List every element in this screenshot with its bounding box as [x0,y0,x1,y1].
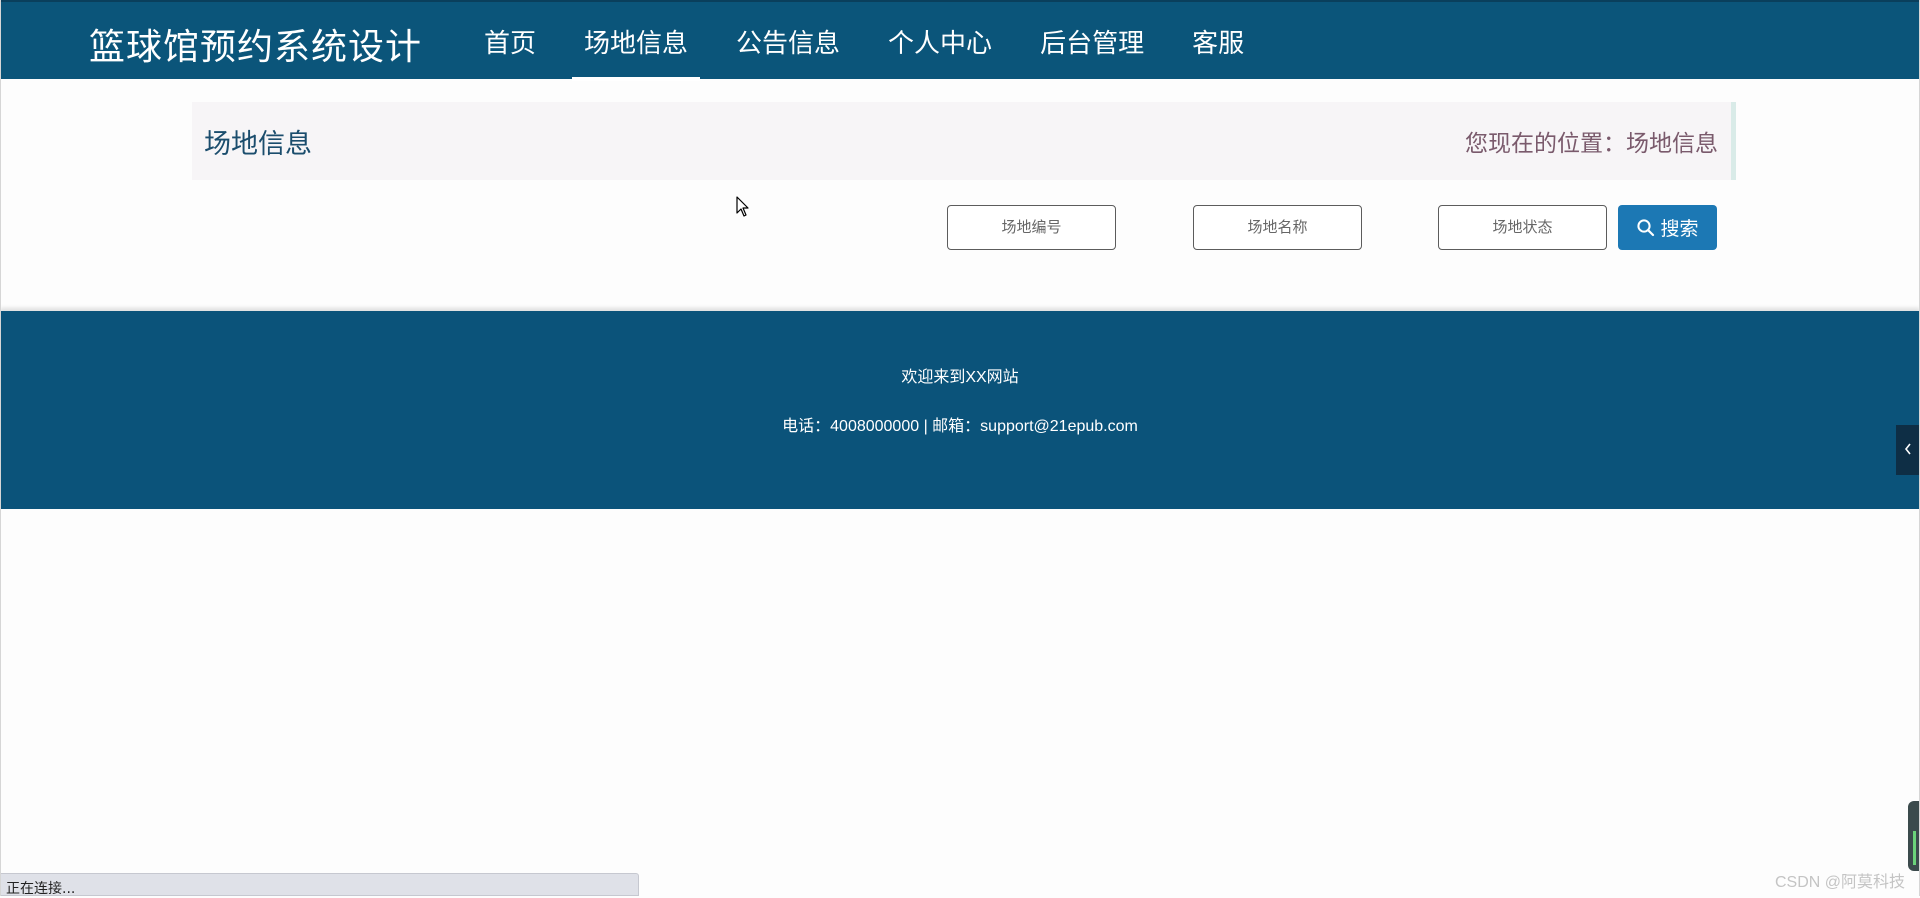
breadcrumb-panel: 场地信息 您现在的位置：场地信息 [192,102,1736,180]
mouse-cursor-icon [736,196,750,222]
nav-item-announcements[interactable]: 公告信息 [724,2,852,81]
search-button-label: 搜索 [1660,219,1699,240]
nav-item-personal-center[interactable]: 个人中心 [876,2,1004,81]
site-brand[interactable]: 篮球馆预约系统设计 [89,18,422,70]
page-title: 场地信息 [204,129,312,160]
nav-item-venue-info[interactable]: 场地信息 [572,2,701,81]
breadcrumb: 您现在的位置：场地信息 [1465,131,1718,157]
side-panel-toggle[interactable] [1896,425,1920,475]
footer-welcome: 欢迎来到XX网站 [901,369,1019,386]
main-nav: 首页 场地信息 公告信息 个人中心 后台管理 客服 [472,2,1280,81]
chevron-left-icon [1903,441,1913,460]
footer-contact: 电话：4008000000 | 邮箱：support@21epub.com [782,418,1138,435]
scroll-indicator-level [1913,831,1916,865]
search-button[interactable]: 搜索 [1618,205,1717,250]
status-text: 正在连接... [6,881,76,897]
nav-item-customer-service[interactable]: 客服 [1180,2,1256,81]
scroll-indicator[interactable] [1908,801,1920,871]
browser-status-bar: 正在连接... [0,873,639,897]
venue-number-input[interactable] [947,205,1116,250]
nav-item-admin[interactable]: 后台管理 [1028,2,1156,81]
venue-name-input[interactable] [1193,205,1362,250]
top-navbar: 篮球馆预约系统设计 首页 场地信息 公告信息 个人中心 后台管理 客服 [0,0,1920,81]
site-footer: 欢迎来到XX网站 电话：4008000000 | 邮箱：support@21ep… [0,311,1920,509]
watermark: CSDN @阿莫科技 [1774,874,1905,891]
nav-item-home[interactable]: 首页 [472,2,548,81]
search-icon [1636,218,1656,238]
venue-status-input[interactable] [1438,205,1607,250]
